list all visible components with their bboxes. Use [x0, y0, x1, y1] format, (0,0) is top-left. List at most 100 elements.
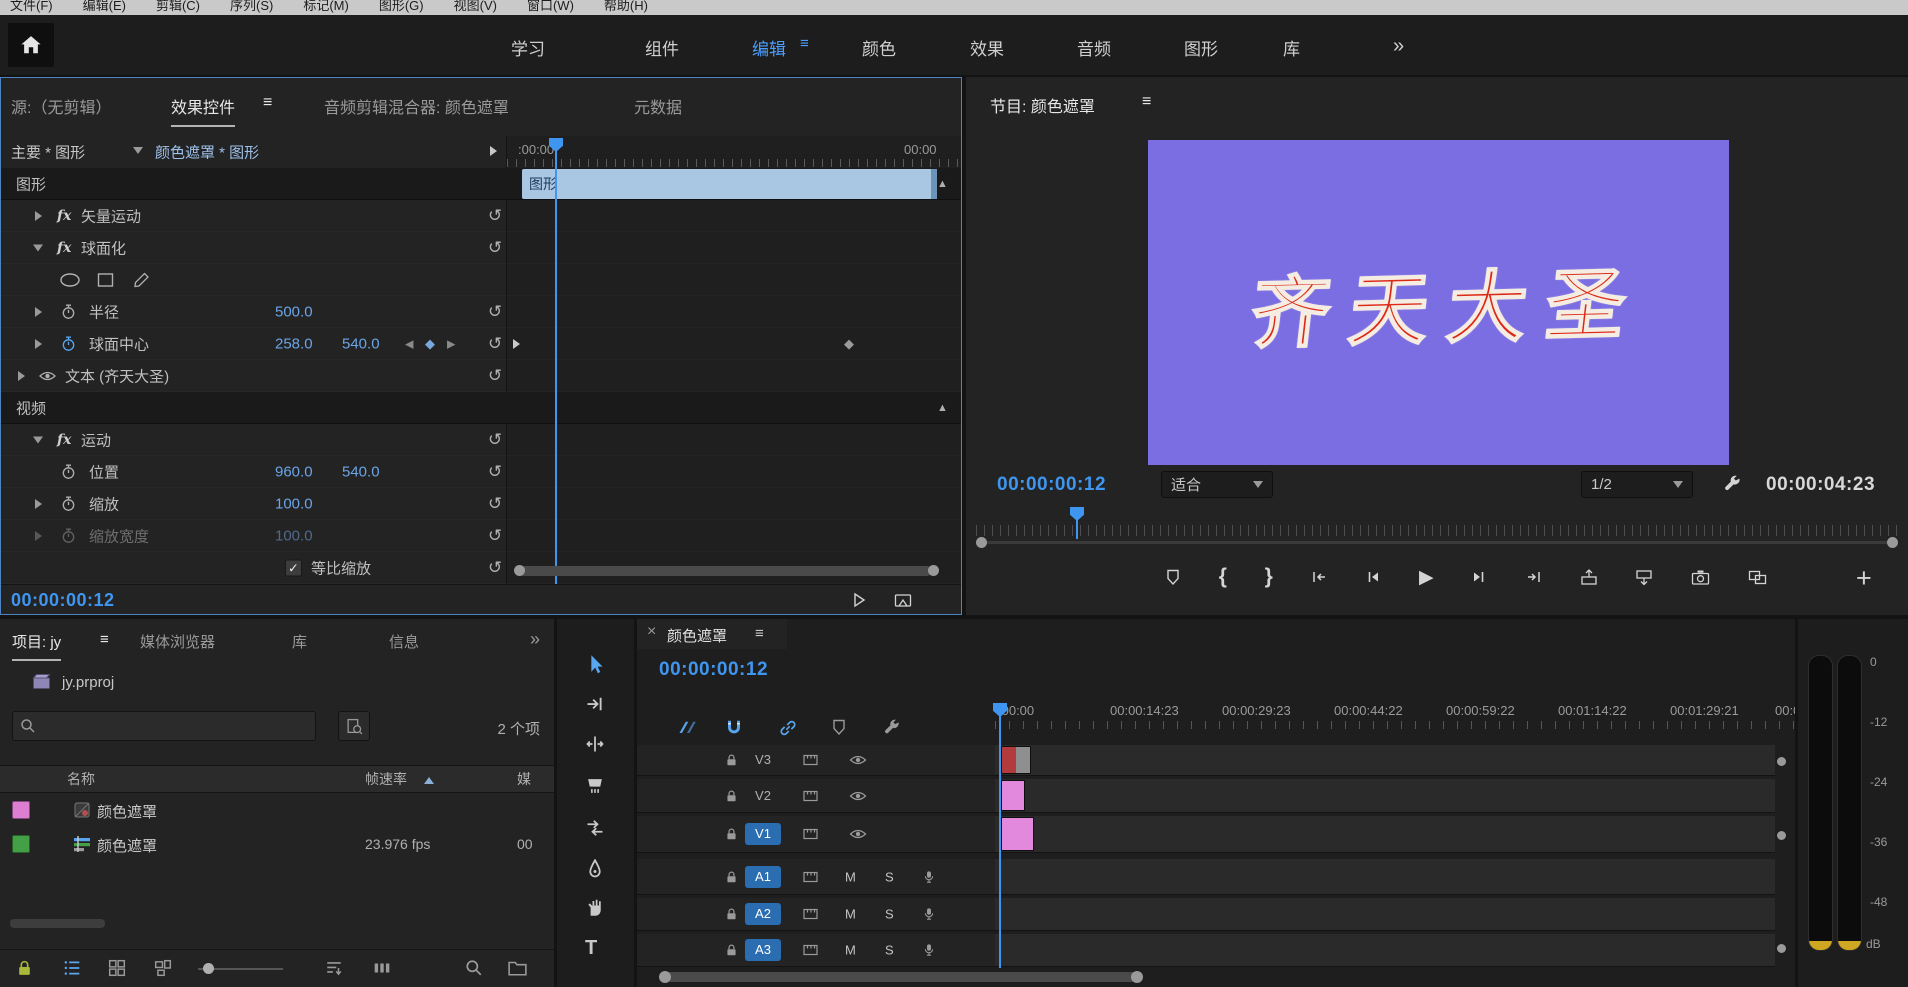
search-bin-icon[interactable] [338, 711, 370, 741]
export-frame-icon[interactable] [894, 592, 912, 608]
audio-scroll-handle[interactable] [1777, 944, 1786, 953]
play-clip-icon[interactable] [851, 592, 867, 608]
reset-effect-icon[interactable]: ↺ [488, 206, 502, 226]
eye-icon[interactable] [39, 370, 56, 382]
label-color-swatch[interactable] [12, 835, 30, 853]
track-output-eye-icon[interactable] [849, 828, 867, 840]
linked-selection-icon[interactable] [779, 719, 797, 737]
zoom-level-select[interactable]: 适合 [1161, 471, 1273, 498]
tab-source-monitor[interactable]: 源:（无剪辑） [11, 94, 111, 118]
column-header-media[interactable]: 媒 [517, 769, 531, 789]
voiceover-mic-icon[interactable] [923, 869, 935, 885]
track-target-v1[interactable]: V1 [745, 823, 781, 845]
tab-libraries[interactable]: 库 [292, 631, 307, 652]
collapse-chevron-icon[interactable] [33, 244, 43, 251]
search-input[interactable] [41, 713, 311, 739]
sort-icon[interactable] [325, 959, 343, 977]
program-video-frame[interactable]: 齐天大圣 [1148, 140, 1729, 465]
workspace-tab-effects[interactable]: 效果 [970, 35, 1004, 60]
timeline-tab[interactable]: × 颜色遮罩 ≡ [637, 619, 787, 649]
project-horizontal-scrollbar[interactable] [10, 919, 105, 928]
master-clip-dropdown-icon[interactable] [133, 147, 143, 154]
reset-param-icon[interactable]: ↺ [488, 526, 502, 546]
mark-in-icon[interactable]: { [1219, 565, 1227, 589]
param-value[interactable]: 500.0 [275, 303, 313, 320]
next-keyframe-icon[interactable]: ▶ [447, 337, 455, 350]
ripple-edit-tool[interactable] [585, 734, 605, 754]
scrollbar-handle-left[interactable] [976, 537, 987, 548]
export-frame-camera-icon[interactable] [1691, 569, 1710, 586]
fx-badge-icon[interactable]: fx [57, 208, 71, 224]
timeline-ruler[interactable]: :00:00 00:00:14:23 00:00:29:23 00:00:44:… [995, 703, 1795, 729]
mute-button[interactable]: M [845, 943, 856, 958]
track-lane-a1[interactable] [995, 859, 1775, 895]
menu-graphics[interactable]: 图形(G) [379, 0, 424, 14]
prev-keyframe-icon[interactable]: ◀ [405, 337, 413, 350]
freeform-view-icon[interactable] [154, 959, 172, 977]
workspace-overflow-icon[interactable]: » [1393, 35, 1404, 58]
menu-edit[interactable]: 编辑(E) [83, 0, 126, 14]
close-icon[interactable]: × [647, 623, 656, 641]
program-current-timecode[interactable]: 00:00:00:12 [997, 474, 1106, 496]
workspace-tab-libraries[interactable]: 库 [1283, 35, 1300, 60]
zoom-handle-right[interactable] [928, 565, 939, 576]
track-lock-icon[interactable] [725, 753, 738, 767]
zoom-slider-knob[interactable] [203, 963, 214, 974]
master-clip-label[interactable]: 主要 * 图形 [11, 142, 85, 163]
snap-magnet-icon[interactable] [725, 719, 743, 737]
voiceover-mic-icon[interactable] [923, 942, 935, 958]
zoom-handle-left[interactable] [659, 971, 671, 983]
icon-view-icon[interactable] [108, 959, 126, 977]
project-writable-lock-icon[interactable] [16, 959, 33, 977]
menu-view[interactable]: 视图(V) [454, 0, 497, 14]
sync-lock-icon[interactable] [803, 789, 818, 802]
zoom-handle-left[interactable] [514, 565, 525, 576]
project-file-name[interactable]: jy.prproj [62, 674, 114, 691]
param-value-y[interactable]: 540.0 [342, 463, 380, 480]
list-view-icon[interactable] [63, 959, 81, 977]
menu-file[interactable]: 文件(F) [10, 0, 53, 14]
param-value-x[interactable]: 258.0 [275, 335, 313, 352]
program-scrollbar[interactable] [976, 541, 1898, 544]
workspace-tab-graphics[interactable]: 图形 [1184, 35, 1218, 60]
param-value-y[interactable]: 540.0 [342, 335, 380, 352]
stopwatch-keyframe-icon[interactable] [61, 336, 76, 352]
sync-lock-icon[interactable] [803, 944, 818, 957]
expand-chevron-icon[interactable] [18, 371, 25, 381]
stopwatch-icon[interactable] [61, 496, 76, 512]
keyframe-lane-arrow-icon[interactable] [513, 339, 520, 349]
track-lane-a2[interactable] [995, 898, 1775, 931]
project-panel-menu-icon[interactable]: ≡ [100, 631, 109, 655]
effect-ruler-ticks[interactable] [507, 159, 961, 167]
track-output-eye-icon[interactable] [849, 754, 867, 766]
effect-controls-panel-menu-icon[interactable]: ≡ [263, 94, 272, 119]
collapse-chevron-icon[interactable] [33, 436, 43, 443]
track-output-eye-icon[interactable] [849, 790, 867, 802]
expand-chevron-icon[interactable] [35, 499, 42, 509]
tab-media-browser[interactable]: 媒体浏览器 [140, 631, 215, 652]
menu-sequence[interactable]: 序列(S) [230, 0, 273, 14]
expand-chevron-icon[interactable] [35, 211, 42, 221]
timeline-tab-title[interactable]: 颜色遮罩 [667, 625, 727, 646]
project-overflow-icon[interactable]: » [530, 629, 540, 650]
zoom-handle-right[interactable] [1131, 971, 1143, 983]
video-scroll-handle[interactable] [1777, 831, 1786, 840]
extract-icon[interactable] [1635, 569, 1653, 586]
clip-trim-handle[interactable] [931, 169, 937, 199]
reset-param-icon[interactable]: ↺ [488, 558, 502, 578]
menu-clip[interactable]: 剪辑(C) [156, 0, 200, 14]
effect-name-label[interactable]: 球面化 [81, 237, 126, 258]
expand-chevron-icon[interactable] [35, 307, 42, 317]
track-target-a2[interactable]: A2 [745, 903, 781, 925]
mark-out-icon[interactable]: } [1265, 565, 1273, 589]
collapse-section-icon[interactable]: ▲ [937, 402, 948, 414]
solo-button[interactable]: S [885, 907, 894, 922]
play-button[interactable]: ▶ [1419, 566, 1434, 589]
clip-selector-label[interactable]: 颜色遮罩 * 图形 [155, 142, 259, 163]
sync-lock-icon[interactable] [803, 754, 818, 767]
effect-playhead-line[interactable] [555, 138, 557, 584]
track-lock-icon[interactable] [725, 907, 738, 921]
reset-param-icon[interactable]: ↺ [488, 494, 502, 514]
add-marker-icon[interactable] [831, 719, 847, 736]
slip-tool[interactable] [585, 818, 605, 838]
